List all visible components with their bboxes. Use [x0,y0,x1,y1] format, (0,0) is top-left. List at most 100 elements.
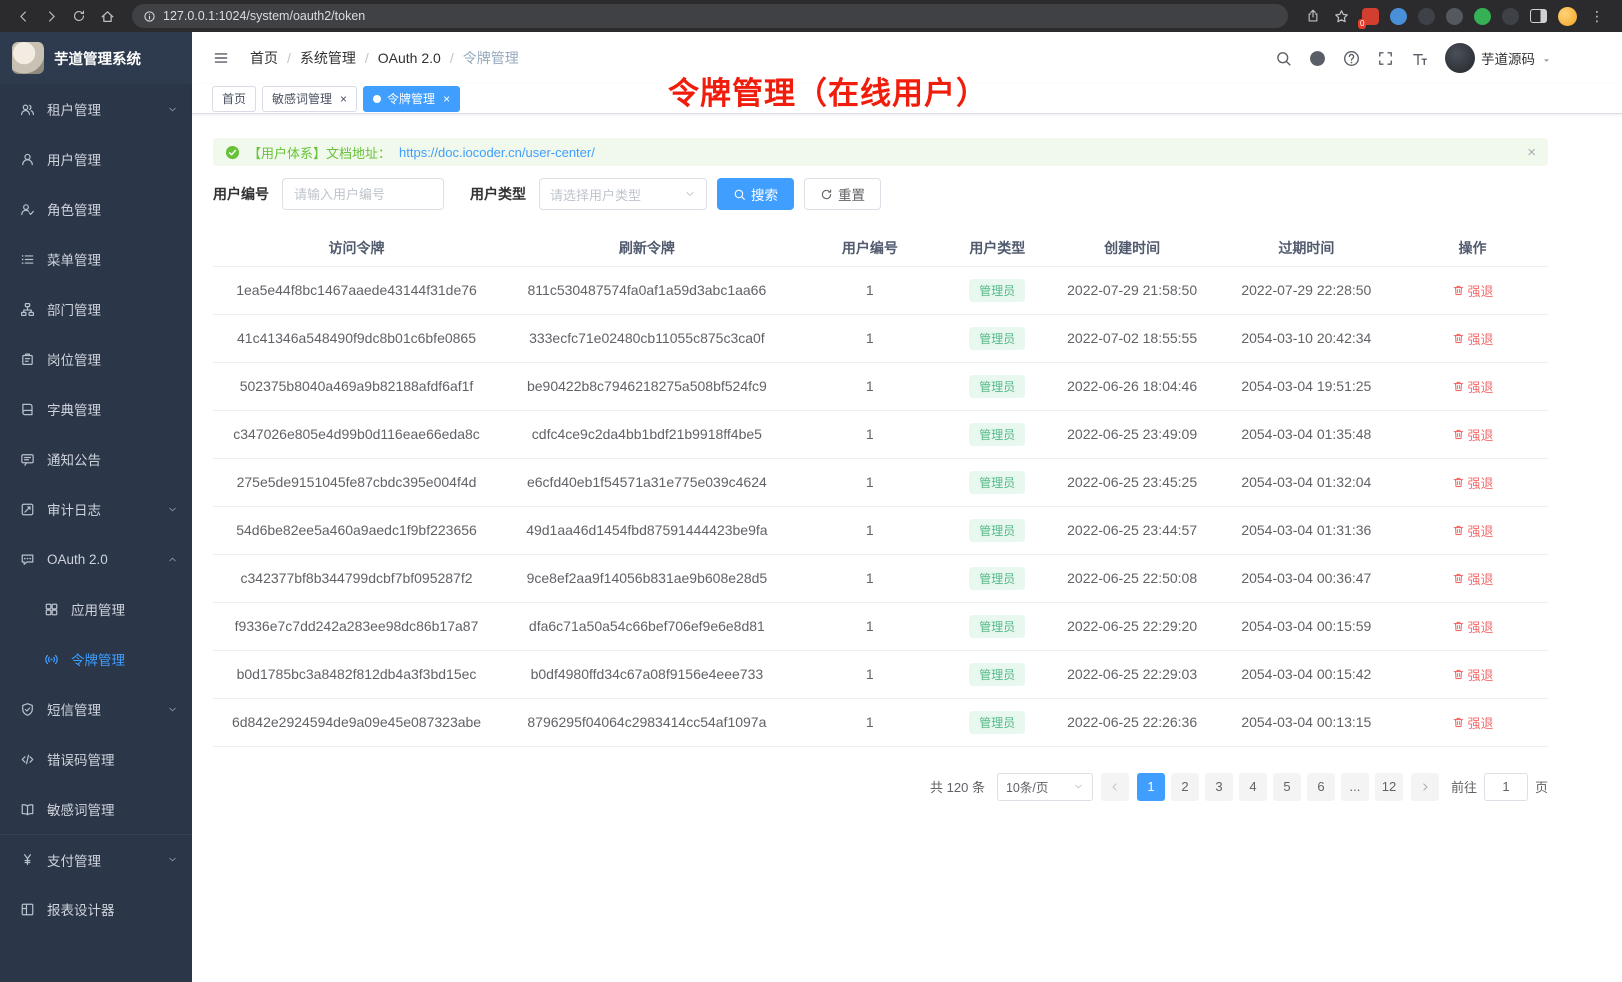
sidebar-item-pay[interactable]: 支付管理 [0,834,192,884]
create-time-cell: 2022-06-25 23:45:25 [1049,458,1216,506]
sidebar-item-notice[interactable]: 通知公告 [0,434,192,484]
sidebar-item-oauth2-token[interactable]: 令牌管理 [0,634,192,684]
page-size-select[interactable]: 10条/页 [997,773,1093,801]
force-logout-button[interactable]: 强退 [1452,425,1494,444]
sidebar-panel-icon[interactable] [1530,9,1547,23]
sidebar-item-sms[interactable]: 短信管理 [0,684,192,734]
sidebar-item-menu[interactable]: 菜单管理 [0,234,192,284]
breadcrumb-item[interactable]: 系统管理 [300,48,356,68]
sidebar-item-role[interactable]: 角色管理 [0,184,192,234]
browser-reload-icon[interactable] [66,3,92,29]
trash-icon [1452,668,1465,681]
create-time-cell: 2022-07-02 18:55:55 [1049,314,1216,362]
fullscreen-icon[interactable] [1377,50,1394,67]
browser-back-icon[interactable] [10,3,36,29]
sidebar-item-audit-log[interactable]: 审计日志 [0,484,192,534]
tab-home[interactable]: 首页 [212,86,256,112]
browser-home-icon[interactable] [94,3,120,29]
force-logout-button[interactable]: 强退 [1452,329,1494,348]
user-id-cell: 1 [794,698,946,746]
github-icon[interactable] [1309,50,1326,67]
create-time-cell: 2022-06-25 22:29:03 [1049,650,1216,698]
user-type-badge: 管理员 [969,567,1025,590]
browser-chrome: 127.0.0.1:1024/system/oauth2/token 0 ⋮ [0,0,1622,32]
browser-profile-avatar[interactable] [1558,7,1577,26]
extension-icon[interactable] [1474,8,1491,25]
force-logout-button[interactable]: 强退 [1452,617,1494,636]
extension-icon[interactable] [1418,8,1435,25]
user-id-input[interactable] [282,178,444,210]
sidebar-item-dict[interactable]: 字典管理 [0,384,192,434]
extension-icon[interactable] [1446,8,1463,25]
close-icon[interactable]: × [443,93,450,105]
force-logout-button[interactable]: 强退 [1452,713,1494,732]
pagination: 共 120 条 10条/页 123456...12 前往 页 [213,773,1548,801]
extension-icon[interactable]: 0 [1362,8,1379,25]
pagination-next-button[interactable] [1411,773,1439,801]
user-type-cell: 管理员 [946,362,1049,410]
search-icon[interactable] [1275,50,1292,67]
pagination-page-6[interactable]: 6 [1307,773,1335,801]
pagination-more-button[interactable]: ... [1341,773,1369,801]
sidebar-item-label: 支付管理 [47,850,101,870]
doc-link[interactable]: https://doc.iocoder.cn/user-center/ [399,145,595,160]
trash-icon [1452,620,1465,633]
breadcrumb-item[interactable]: OAuth 2.0 [378,50,441,66]
reset-button[interactable]: 重置 [804,178,881,210]
site-info-icon[interactable] [143,10,156,23]
sidebar-item-oauth2[interactable]: OAuth 2.0 [0,534,192,584]
sidebar: 芋道管理系统 租户管理用户管理角色管理菜单管理部门管理岗位管理字典管理通知公告审… [0,32,192,982]
pagination-page-1[interactable]: 1 [1137,773,1165,801]
sidebar-item-oauth2-application[interactable]: 应用管理 [0,584,192,634]
share-icon[interactable] [1300,3,1326,29]
address-bar[interactable]: 127.0.0.1:1024/system/oauth2/token [132,4,1288,28]
tab-label: 敏感词管理 [272,90,332,107]
force-logout-button[interactable]: 强退 [1452,281,1494,300]
sidebar-item-label: 用户管理 [47,149,101,169]
extensions-puzzle-icon[interactable] [1502,8,1519,25]
breadcrumb-item[interactable]: 首页 [250,48,278,68]
access-token-cell: 502375b8040a469a9b82188afdf6af1f [213,362,500,410]
pagination-page-5[interactable]: 5 [1273,773,1301,801]
user-menu[interactable]: 芋道源码 [1445,43,1552,73]
pagination-prev-button[interactable] [1101,773,1129,801]
app-logo[interactable]: 芋道管理系统 [0,32,192,84]
pagination-page-3[interactable]: 3 [1205,773,1233,801]
help-icon[interactable] [1343,50,1360,67]
refresh-token-cell: 49d1aa46d1454fbd87591444423be9fa [500,506,794,554]
expire-time-cell: 2054-03-10 20:42:34 [1216,314,1398,362]
pagination-page-12[interactable]: 12 [1375,773,1403,801]
tab-token[interactable]: 令牌管理× [363,86,460,112]
sidebar-item-tenant[interactable]: 租户管理 [0,84,192,134]
force-logout-button[interactable]: 强退 [1452,473,1494,492]
pagination-page-4[interactable]: 4 [1239,773,1267,801]
user-id-cell: 1 [794,506,946,554]
browser-forward-icon[interactable] [38,3,64,29]
browser-menu-icon[interactable]: ⋮ [1588,8,1606,25]
column-header: 用户编号 [794,230,946,266]
sidebar-item-user[interactable]: 用户管理 [0,134,192,184]
trash-icon [1452,428,1465,441]
jump-page-input[interactable] [1484,773,1528,801]
token-table: 访问令牌刷新令牌用户编号用户类型创建时间过期时间操作 1ea5e44f8bc14… [213,230,1548,747]
menu-fold-icon[interactable] [208,45,234,71]
font-size-icon[interactable] [1411,50,1428,67]
extension-icon[interactable] [1390,8,1407,25]
sidebar-item-report-designer[interactable]: 报表设计器 [0,884,192,934]
sidebar-item-dept[interactable]: 部门管理 [0,284,192,334]
bookmark-star-icon[interactable] [1328,3,1354,29]
close-icon[interactable]: × [1527,145,1536,160]
sidebar-item-sensitive-word[interactable]: 敏感词管理 [0,784,192,834]
filter-form: 用户编号 用户类型 请选择用户类型 搜索 重置 [213,178,1548,210]
force-logout-button[interactable]: 强退 [1452,377,1494,396]
close-icon[interactable]: × [340,93,347,105]
force-logout-button[interactable]: 强退 [1452,665,1494,684]
tab-sensitive-word[interactable]: 敏感词管理 × [262,86,357,112]
sidebar-item-post[interactable]: 岗位管理 [0,334,192,384]
sidebar-item-error-code[interactable]: 错误码管理 [0,734,192,784]
search-button[interactable]: 搜索 [717,178,794,210]
pagination-page-2[interactable]: 2 [1171,773,1199,801]
user-type-select[interactable]: 请选择用户类型 [539,178,707,210]
force-logout-button[interactable]: 强退 [1452,521,1494,540]
force-logout-button[interactable]: 强退 [1452,569,1494,588]
